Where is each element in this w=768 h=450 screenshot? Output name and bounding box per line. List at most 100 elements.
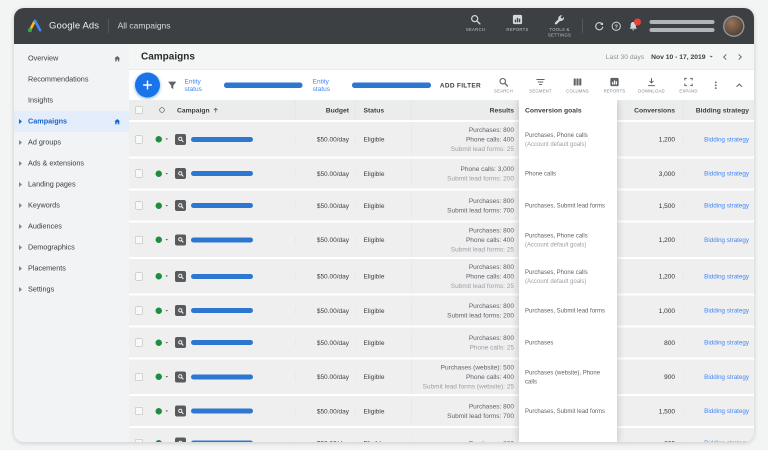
bidding-strategy-link[interactable]: Bidding strategy: [704, 136, 749, 143]
bidding-strategy-link[interactable]: Bidding strategy: [704, 373, 749, 380]
sidebar-item-label: Insights: [28, 97, 121, 105]
sidebar-item-recommendations[interactable]: Recommendations: [14, 69, 129, 90]
sidebar-item-audiences[interactable]: Audiences: [14, 216, 129, 237]
status-cell[interactable]: [149, 307, 175, 314]
conversion-goals-cell: [519, 440, 617, 442]
status-cell[interactable]: [149, 440, 175, 442]
toolbar-columns-button[interactable]: COLUMNS: [562, 77, 593, 94]
status-cell[interactable]: [149, 374, 175, 381]
toolbar-segment-button[interactable]: SEGMENT: [525, 77, 556, 94]
status-cell[interactable]: [149, 408, 175, 415]
budget-value[interactable]: $50.00/day: [295, 439, 355, 442]
redacted-campaign-name[interactable]: [191, 237, 253, 242]
budget-value[interactable]: $50.00/day: [295, 339, 355, 347]
collapse-panel-icon[interactable]: [735, 80, 745, 90]
status-cell[interactable]: [149, 273, 175, 280]
sidebar-item-placements[interactable]: Placements: [14, 258, 129, 279]
budget-value[interactable]: $50.00/day: [295, 170, 355, 178]
column-header-budget[interactable]: Budget: [295, 100, 355, 120]
redacted-campaign-name[interactable]: [191, 308, 253, 313]
sidebar-item-settings[interactable]: Settings: [14, 279, 129, 300]
bidding-strategy-link[interactable]: Bidding strategy: [704, 236, 749, 243]
redacted-campaign-name[interactable]: [191, 340, 253, 345]
next-period-icon[interactable]: [736, 53, 744, 61]
toolbar-reports-button[interactable]: REPORTS: [599, 77, 630, 94]
toolbar-expand-button[interactable]: EXPAND: [673, 77, 704, 94]
column-header-results[interactable]: Results: [411, 100, 519, 120]
row-checkbox[interactable]: [135, 307, 143, 315]
more-options-icon[interactable]: [711, 80, 721, 90]
date-range-selector[interactable]: Nov 10 - 17, 2019: [651, 53, 714, 61]
column-header-conversion-goals[interactable]: Conversion goals: [519, 100, 617, 120]
bidding-strategy-link[interactable]: Bidding strategy: [704, 408, 749, 415]
avatar[interactable]: [725, 17, 744, 36]
notifications-icon[interactable]: [625, 21, 642, 32]
sidebar-item-ads-extensions[interactable]: Ads & extensions: [14, 153, 129, 174]
campaign-status: Eligible: [355, 407, 411, 415]
row-checkbox[interactable]: [135, 439, 143, 442]
column-header-conversions[interactable]: Conversions: [617, 100, 683, 120]
previous-period-icon[interactable]: [721, 53, 729, 61]
redacted-campaign-name[interactable]: [191, 409, 253, 414]
help-icon[interactable]: ?: [608, 21, 625, 32]
row-checkbox[interactable]: [135, 339, 143, 347]
filter-chip-entity-status[interactable]: Entity status: [313, 78, 431, 93]
bidding-strategy-link[interactable]: Bidding strategy: [704, 202, 749, 209]
sidebar-item-landing-pages[interactable]: Landing pages: [14, 174, 129, 195]
bidding-strategy-link[interactable]: Bidding strategy: [704, 339, 749, 346]
row-checkbox[interactable]: [135, 236, 143, 244]
bidding-strategy-link[interactable]: Bidding strategy: [704, 273, 749, 280]
sidebar-item-campaigns[interactable]: Campaigns: [14, 111, 129, 132]
row-checkbox[interactable]: [135, 170, 143, 178]
budget-value[interactable]: $50.00/day: [295, 407, 355, 415]
sidebar-item-ad-groups[interactable]: Ad groups: [14, 132, 129, 153]
status-cell[interactable]: [149, 339, 175, 346]
status-cell[interactable]: [149, 202, 175, 209]
toolbar-download-button[interactable]: DOWNLOAD: [636, 77, 667, 94]
appbar-tools-settings-button[interactable]: TOOLS & SETTINGS: [541, 14, 578, 38]
redacted-campaign-name[interactable]: [191, 274, 253, 279]
toolbar-search-button[interactable]: SEARCH: [488, 77, 519, 94]
bidding-strategy-link[interactable]: Bidding strategy: [704, 170, 749, 177]
app-bar: Google Ads All campaigns SEARCHREPORTSTO…: [14, 8, 754, 44]
budget-value[interactable]: $50.00/day: [295, 136, 355, 144]
select-all-checkbox[interactable]: [135, 106, 143, 114]
column-header-bidding-strategy[interactable]: Bidding strategy: [683, 100, 754, 120]
sidebar-item-keywords[interactable]: Keywords: [14, 195, 129, 216]
column-header-status[interactable]: Status: [355, 100, 411, 120]
filter-icon[interactable]: [167, 80, 178, 91]
redacted-campaign-name[interactable]: [191, 171, 253, 176]
columns-icon: [573, 77, 583, 87]
status-cell[interactable]: [149, 170, 175, 177]
row-checkbox[interactable]: [135, 135, 143, 143]
row-checkbox[interactable]: [135, 202, 143, 210]
redacted-campaign-name[interactable]: [191, 203, 253, 208]
bidding-strategy-link[interactable]: Bidding strategy: [704, 307, 749, 314]
bidding-strategy-link[interactable]: Bidding strategy: [704, 440, 749, 443]
appbar-search-button[interactable]: SEARCH: [457, 14, 494, 33]
row-checkbox[interactable]: [135, 407, 143, 415]
redacted-campaign-name[interactable]: [191, 137, 253, 142]
redacted-campaign-name[interactable]: [191, 374, 253, 379]
add-filter-button[interactable]: ADD FILTER: [440, 81, 481, 89]
sidebar-item-demographics[interactable]: Demographics: [14, 237, 129, 258]
column-header-campaign[interactable]: Campaign: [175, 100, 295, 120]
refresh-icon[interactable]: [591, 21, 608, 32]
budget-value[interactable]: $50.00/day: [295, 273, 355, 281]
budget-value[interactable]: $50.00/day: [295, 373, 355, 381]
filter-chip-entity-status[interactable]: Entity status: [185, 78, 303, 93]
status-cell[interactable]: [149, 237, 175, 244]
sidebar-item-insights[interactable]: Insights: [14, 90, 129, 111]
redacted-campaign-name[interactable]: [191, 441, 253, 443]
new-campaign-button[interactable]: [135, 73, 160, 98]
row-checkbox[interactable]: [135, 373, 143, 381]
appbar-reports-button[interactable]: REPORTS: [499, 14, 536, 33]
row-checkbox[interactable]: [135, 272, 143, 280]
budget-value[interactable]: $50.00/day: [295, 307, 355, 315]
budget-value[interactable]: $50.00/day: [295, 236, 355, 244]
status-cell[interactable]: [149, 136, 175, 143]
budget-value[interactable]: $50.00/day: [295, 202, 355, 210]
sidebar-item-overview[interactable]: Overview: [14, 48, 129, 69]
result-line: Phone calls: 400: [466, 272, 514, 282]
sidebar-item-label: Campaigns: [28, 118, 110, 126]
